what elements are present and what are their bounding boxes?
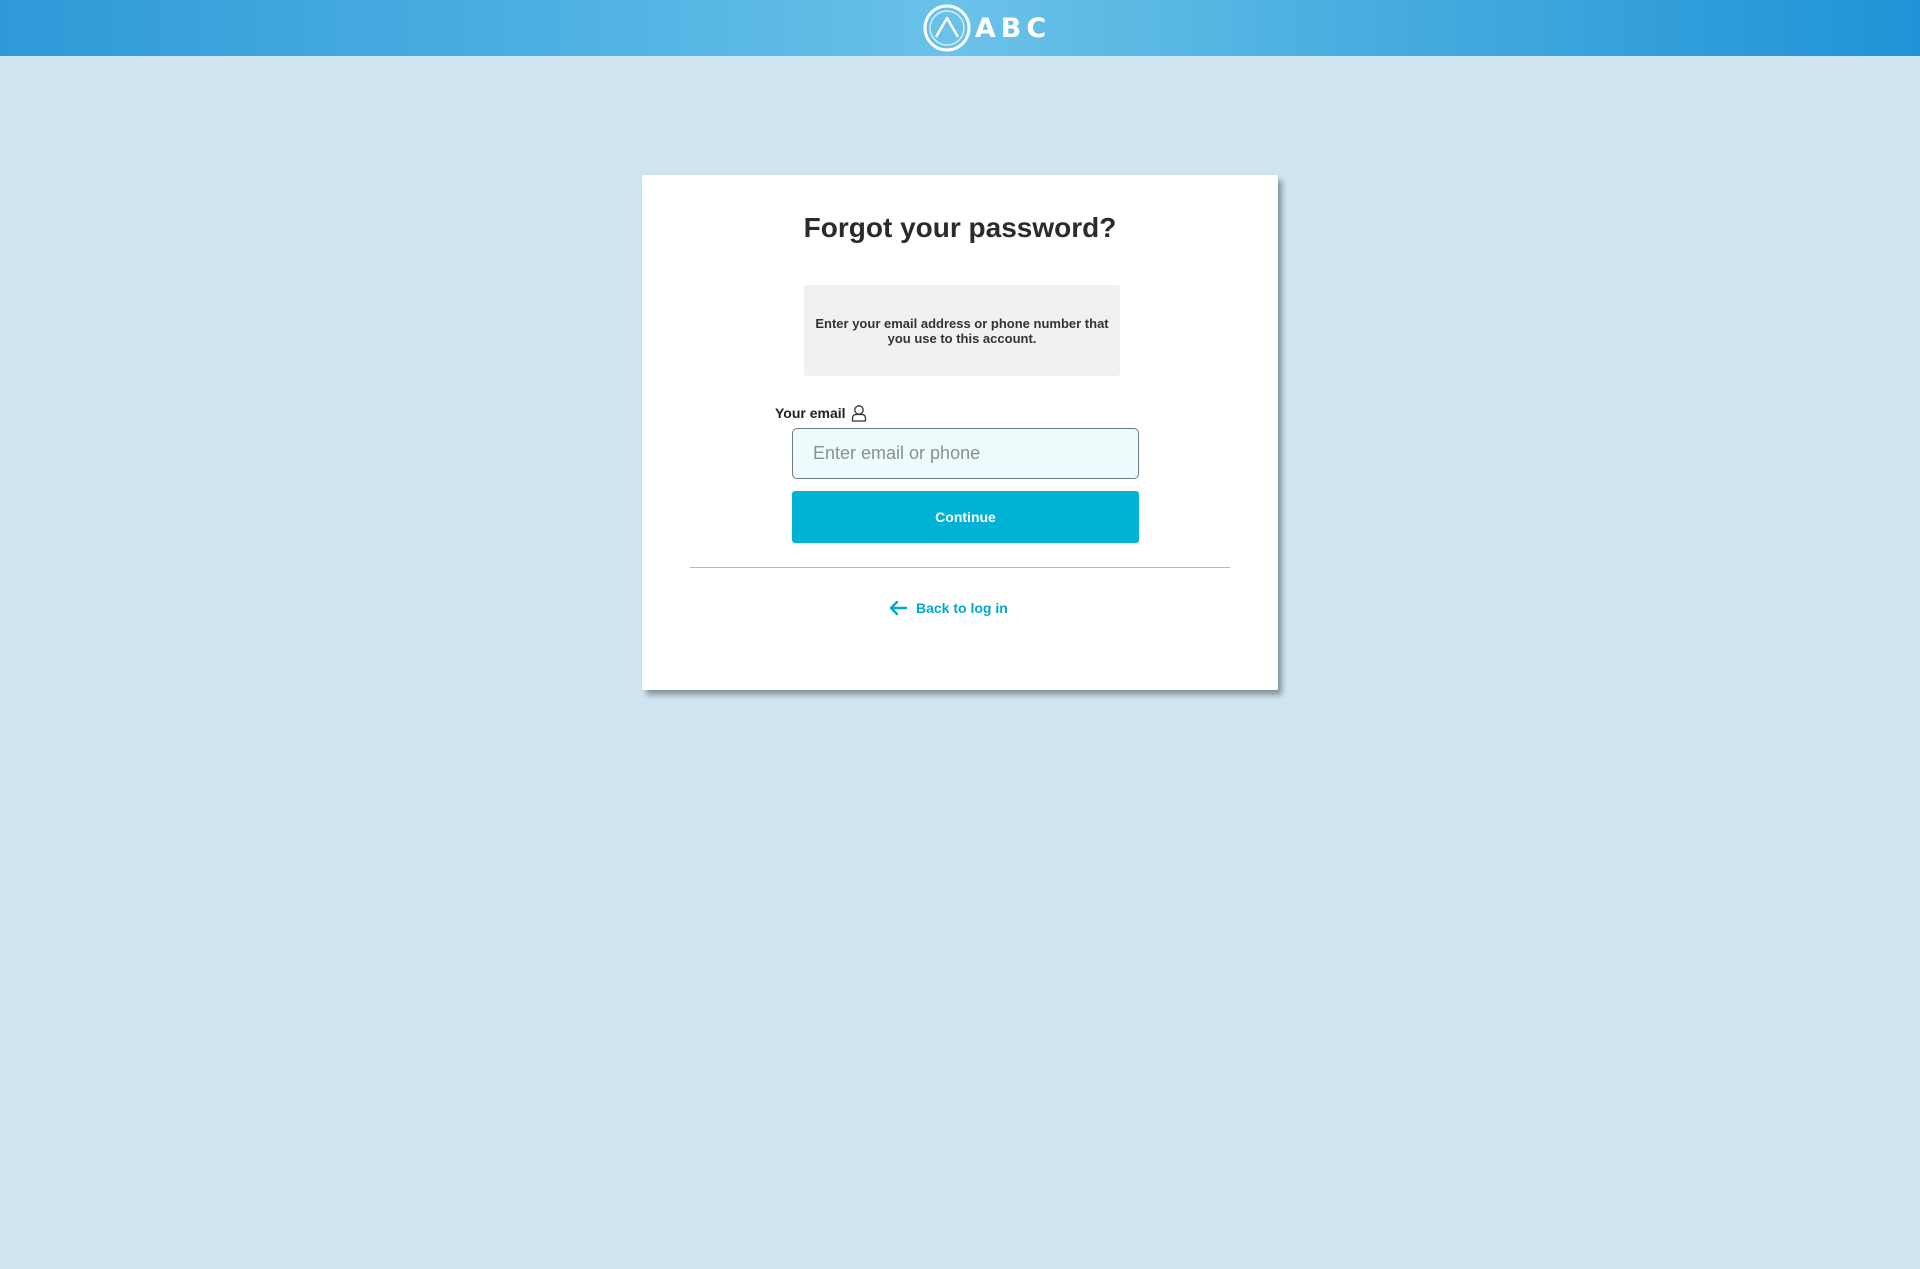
top-header-bar: ABC: [0, 0, 1920, 56]
arrow-left-icon: [889, 600, 908, 616]
back-to-login-link[interactable]: Back to log in: [888, 600, 1008, 616]
email-input[interactable]: [792, 428, 1139, 479]
instructions-box: Enter your email address or phone number…: [804, 285, 1120, 376]
divider: [690, 567, 1230, 568]
page-title: Forgot your password?: [803, 212, 1117, 243]
brand-name: ABC: [974, 12, 1052, 44]
continue-button[interactable]: Continue: [792, 491, 1139, 543]
instructions-text: Enter your email address or phone number…: [815, 315, 1109, 346]
user-icon: [851, 405, 866, 422]
back-to-login-label: Back to log in: [916, 600, 1008, 616]
brand-logo-link[interactable]: ABC: [923, 4, 1051, 52]
forgot-password-card: Forgot your password? Enter your email a…: [642, 175, 1278, 690]
email-label-row: Your email: [775, 404, 867, 422]
mountain-circle-logo-icon: [923, 4, 971, 52]
email-field-label: Your email: [775, 405, 846, 421]
